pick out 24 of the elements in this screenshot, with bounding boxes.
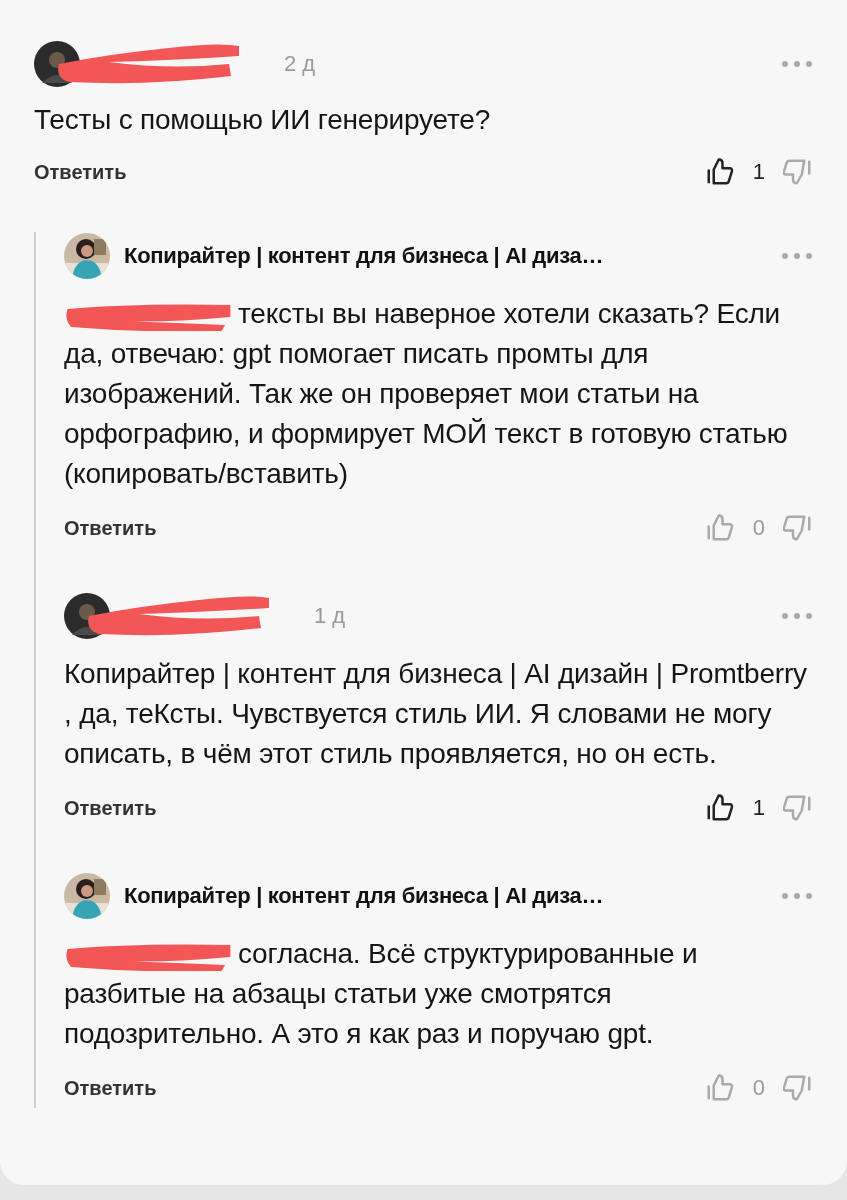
thumbs-down-icon[interactable] bbox=[783, 157, 813, 187]
more-icon[interactable] bbox=[781, 60, 813, 68]
comment-text: Копирайтер | контент для бизнеса | AI дизайн | Promtberry , да, теКсты. Чувствуется стиль ИИ. Я словами не могу описать, в чём этот стиль проявляется, но он есть. bbox=[64, 657, 808, 771]
more-icon[interactable] bbox=[781, 612, 813, 620]
comment-text: тексты вы наверное хотели сказать? Если да, отвечаю: gpt помогает писать промты для изображений. Так же он проверяет мои статьи на орфографию, и формирует МОЙ текст в готовую статью (копировать/вставить) bbox=[64, 297, 789, 491]
comment-text: согласна. Всё структурированные и разбитые на абзацы статьи уже смотрятся подозрительно. А это я как раз и поручаю gpt. bbox=[64, 937, 699, 1051]
like-count: 0 bbox=[752, 1075, 765, 1101]
thumbs-down-icon[interactable] bbox=[783, 793, 813, 823]
comment-time: 1 д bbox=[314, 603, 346, 629]
reply-button[interactable]: Ответить bbox=[64, 796, 157, 820]
thumbs-down-icon[interactable] bbox=[783, 513, 813, 543]
author-name[interactable]: Копирайтер | контент для бизнеса | AI диза… bbox=[124, 883, 604, 909]
comment-time: 2 д bbox=[284, 51, 316, 77]
like-count: 1 bbox=[752, 795, 765, 821]
like-count: 1 bbox=[752, 159, 765, 185]
reply-button[interactable]: Ответить bbox=[64, 516, 157, 540]
more-icon[interactable] bbox=[781, 892, 813, 900]
comment-text: Тесты с помощью ИИ генерируете? bbox=[34, 103, 492, 137]
more-icon[interactable] bbox=[781, 252, 813, 260]
thumbs-down-icon[interactable] bbox=[783, 1073, 813, 1103]
author-name[interactable]: Копирайтер | контент для бизнеса | AI диза… bbox=[124, 243, 604, 269]
reply-button[interactable]: Ответить bbox=[34, 160, 127, 184]
like-count: 0 bbox=[752, 515, 765, 541]
reply-button[interactable]: Ответить bbox=[64, 1076, 157, 1100]
